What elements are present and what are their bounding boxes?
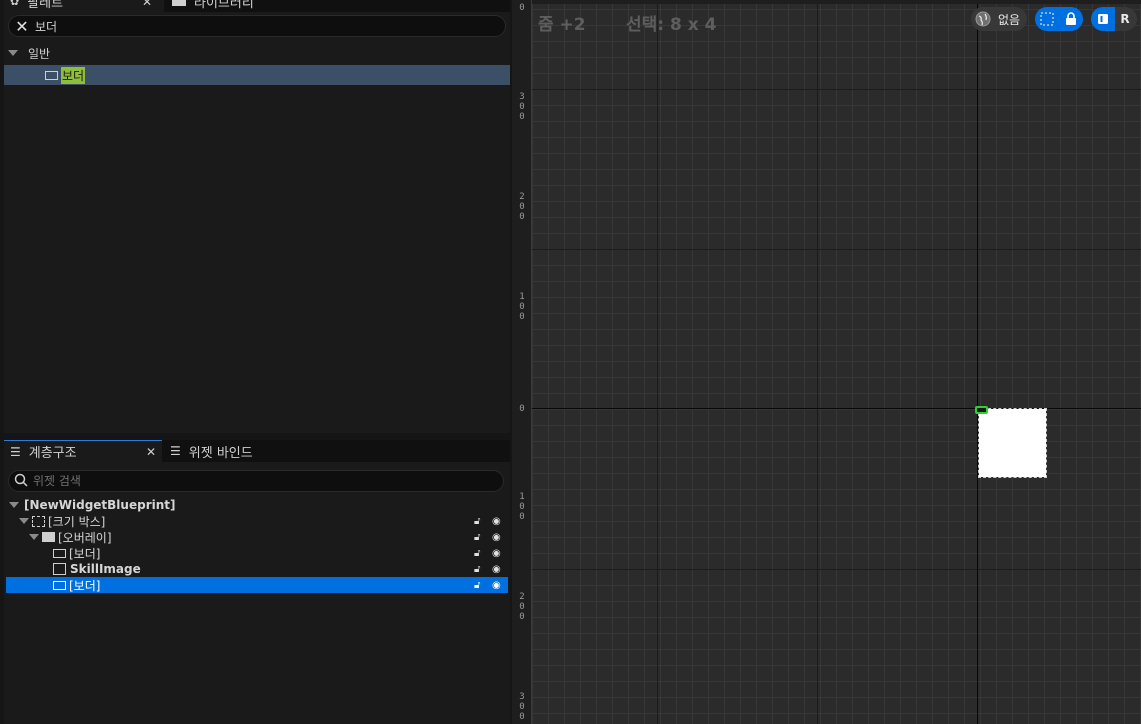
ruler-left: 0 300 200 100 0 100 200 300 — [516, 0, 532, 724]
visibility-eye-icon[interactable]: ◉ — [492, 516, 501, 527]
tree-row-overlay[interactable]: [오버레이] 🔓︎ ◉ — [4, 529, 510, 545]
designer-canvas[interactable]: 0 300 200 100 0 100 200 300 줌 +2 선택: 8 x… — [516, 0, 1141, 724]
size-box-icon — [32, 515, 45, 527]
selection-size-label: 선택: 8 x 4 — [626, 15, 717, 35]
palette-category-row[interactable]: 일반 — [4, 45, 510, 61]
palette-item-border[interactable]: 보더 — [4, 65, 510, 85]
ruler-top — [516, 0, 1141, 4]
palette-category-label: 일반 — [28, 46, 51, 61]
ruler-label: 300 — [519, 92, 525, 122]
tree-row-label: [NewWidgetBlueprint] — [24, 498, 176, 512]
tree-row-size-box[interactable]: [크기 박스] 🔓︎ ◉ — [4, 513, 510, 529]
unlock-icon[interactable]: 🔓︎ — [474, 548, 480, 559]
palette-search-input[interactable] — [35, 16, 505, 36]
palette-tabbar: ✿ 팔레트 ✕ 라이브러리 — [4, 0, 510, 12]
unlock-icon[interactable]: 🔓︎ — [474, 516, 480, 527]
expand-arrow-icon[interactable] — [19, 518, 29, 524]
anchor-handle[interactable] — [975, 406, 988, 414]
localization-toggle[interactable]: 없음 — [971, 7, 1027, 31]
border-widget-icon — [53, 548, 66, 558]
grid-line — [532, 569, 1141, 570]
origin-axis-horizontal — [516, 408, 1141, 409]
grid-line — [532, 249, 1141, 250]
tree-row-border-1[interactable]: [보더] 🔓︎ ◉ — [4, 545, 510, 561]
close-icon[interactable]: ✕ — [142, 0, 152, 9]
tab-library[interactable]: 라이브러리 — [166, 0, 326, 12]
zoom-level-label: 줌 +2 — [538, 15, 586, 35]
hierarchy-panel: ☰ 계층구조 ✕ ☰ 위젯 바인드 [NewWidgetBlueprint] [… — [4, 440, 510, 724]
close-icon[interactable]: ✕ — [146, 445, 156, 459]
visibility-eye-icon[interactable]: ◉ — [492, 532, 501, 543]
tree-row-label: [보더] — [69, 546, 101, 561]
tree-row-skill-image[interactable]: SkillImage 🔓︎ ◉ — [4, 561, 510, 577]
expand-arrow-icon[interactable] — [9, 502, 19, 508]
left-column: ✿ 팔레트 ✕ 라이브러리 ✕ 일반 보더 ☰ 계층구조 — [0, 0, 512, 724]
visibility-eye-icon[interactable]: ◉ — [492, 580, 501, 591]
palette-panel: ✿ 팔레트 ✕ 라이브러리 ✕ 일반 보더 — [4, 0, 510, 433]
ruler-label: 200 — [519, 192, 525, 222]
grid-line — [532, 89, 1141, 90]
lock-icon[interactable] — [1059, 8, 1083, 30]
hierarchy-search — [8, 470, 504, 492]
globe-icon — [971, 8, 995, 30]
ruler-label: 100 — [519, 492, 525, 522]
extra-toggle-label: R — [1120, 12, 1130, 26]
selected-border-widget[interactable] — [978, 408, 1047, 478]
grid-snap-icon[interactable] — [1035, 8, 1059, 30]
localization-label: 없음 — [997, 12, 1021, 27]
tree-row-label: [보더] — [69, 578, 101, 593]
grid-line — [817, 0, 818, 724]
visibility-eye-icon[interactable]: ◉ — [492, 564, 501, 575]
ruler-label: 0 — [519, 404, 525, 414]
tab-hierarchy-label: 계층구조 — [28, 446, 77, 461]
clear-search-icon[interactable]: ✕ — [9, 17, 35, 36]
hierarchy-search-input[interactable] — [33, 471, 503, 491]
unlock-icon[interactable]: 🔓︎ — [474, 580, 480, 591]
origin-axis-vertical — [977, 0, 978, 724]
visibility-eye-icon[interactable]: ◉ — [492, 548, 501, 559]
list-icon: ☰ — [170, 444, 181, 458]
tab-palette[interactable]: ✿ 팔레트 ✕ — [4, 0, 164, 12]
respect-locks-toggle[interactable]: R — [1091, 7, 1137, 31]
tree-row-label: SkillImage — [70, 562, 141, 576]
layout-icon[interactable] — [1091, 7, 1115, 31]
library-icon — [172, 0, 186, 6]
tab-library-label: 라이브러리 — [194, 0, 254, 11]
grid-line — [657, 0, 658, 724]
unlock-icon[interactable]: 🔓︎ — [474, 564, 480, 575]
image-widget-icon — [53, 563, 66, 575]
unlock-icon[interactable]: 🔓︎ — [474, 532, 480, 543]
border-widget-icon — [45, 70, 58, 80]
ruler-label: 100 — [519, 292, 525, 322]
ruler-label: 200 — [519, 592, 525, 622]
tab-widget-binds-label: 위젯 바인드 — [188, 445, 253, 461]
tree-row-border-2[interactable]: [보더] 🔓︎ ◉ — [6, 577, 508, 593]
tab-palette-label: 팔레트 — [27, 0, 64, 11]
tree-row-label: [크기 박스] — [48, 514, 106, 529]
expand-arrow-icon[interactable] — [8, 50, 18, 56]
tree-list-icon: ☰ — [10, 444, 21, 459]
border-widget-icon — [53, 580, 66, 590]
expand-arrow-icon[interactable] — [29, 534, 39, 540]
hierarchy-tabbar: ☰ 계층구조 ✕ ☰ 위젯 바인드 — [4, 440, 510, 462]
palette-icon: ✿ — [10, 0, 20, 8]
tab-widget-binds[interactable]: ☰ 위젯 바인드 — [164, 440, 304, 462]
palette-item-label: 보더 — [61, 66, 86, 84]
overlay-icon — [42, 532, 55, 542]
tab-hierarchy[interactable]: ☰ 계층구조 ✕ — [4, 440, 162, 462]
tree-row-root[interactable]: [NewWidgetBlueprint] — [4, 497, 510, 513]
snap-lock-toggle[interactable] — [1035, 7, 1083, 31]
search-icon — [9, 473, 33, 490]
palette-search: ✕ — [8, 15, 506, 37]
ruler-label: 300 — [519, 692, 525, 722]
tree-row-label: [오버레이] — [58, 530, 112, 545]
ruler-label: 0 — [519, 3, 525, 13]
